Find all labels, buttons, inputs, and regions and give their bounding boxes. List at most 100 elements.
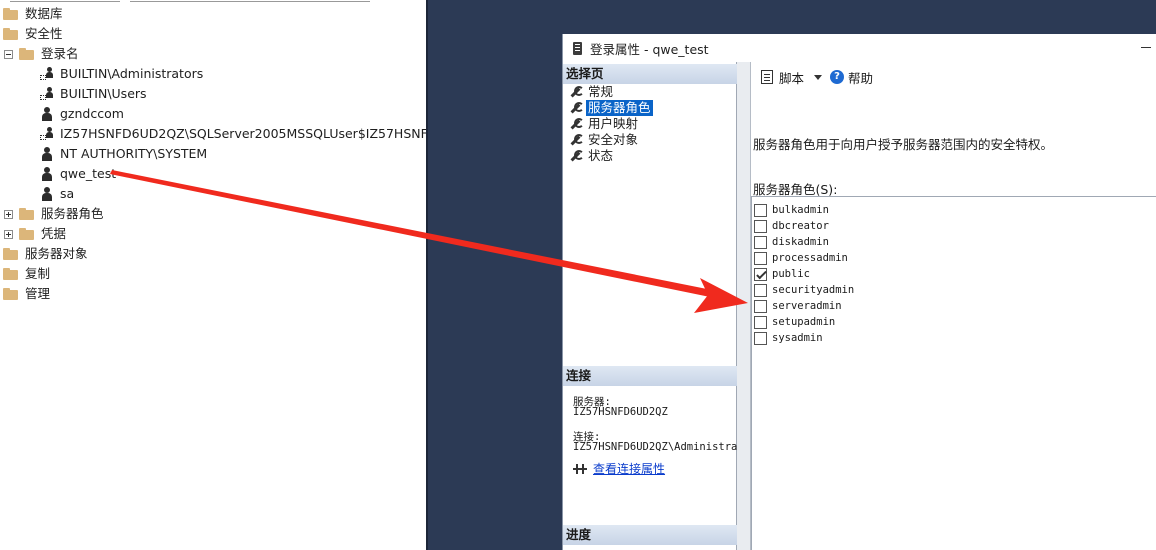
help-icon[interactable]: ? bbox=[830, 70, 845, 84]
role-row-sysadmin[interactable]: sysadmin bbox=[754, 330, 823, 346]
page-general[interactable]: 常规 bbox=[569, 84, 615, 100]
role-name: setupadmin bbox=[772, 316, 836, 328]
wrench-icon bbox=[569, 86, 584, 98]
tree-node-databases[interactable]: 数据库 bbox=[3, 4, 63, 24]
role-checkbox[interactable] bbox=[754, 203, 767, 217]
group-login-icon bbox=[40, 67, 54, 81]
expand-icon[interactable] bbox=[4, 229, 13, 239]
tree-node-label: IZ57HSNFD6UD2QZ\SQLServer2005MSSQLUser$I… bbox=[60, 126, 426, 141]
role-row-setupadmin[interactable]: setupadmin bbox=[754, 314, 835, 330]
wrench-icon bbox=[569, 118, 584, 130]
role-name: dbcreator bbox=[772, 220, 829, 232]
tree-node-label: qwe_test bbox=[60, 166, 117, 181]
connection-value: IZ57HSNFD6UD2QZ\Administrat bbox=[573, 441, 744, 453]
login-qwe-test[interactable]: qwe_test bbox=[40, 164, 116, 184]
page-label: 常规 bbox=[588, 84, 614, 99]
tree-node-security[interactable]: 安全性 bbox=[3, 24, 63, 44]
page-label: 安全对象 bbox=[588, 132, 639, 147]
role-checkbox[interactable] bbox=[754, 315, 767, 329]
tree-node-label: 登录名 bbox=[41, 46, 79, 61]
object-explorer: 数据库 安全性 登录名 BUILTIN\Administrators BUILT… bbox=[0, 0, 426, 550]
server-roles-list: bulkadmin dbcreator diskadmin processadm… bbox=[751, 196, 1156, 550]
role-checkbox[interactable] bbox=[754, 283, 767, 297]
role-row-dbcreator[interactable]: dbcreator bbox=[754, 218, 829, 234]
role-checkbox[interactable] bbox=[754, 299, 767, 313]
role-checkbox[interactable] bbox=[754, 331, 767, 345]
script-icon[interactable] bbox=[761, 70, 773, 84]
tree-node-label: 管理 bbox=[25, 286, 51, 301]
roles-description: 服务器角色用于向用户授予服务器范围内的安全特权。 bbox=[753, 137, 1054, 152]
tree-node-label: 数据库 bbox=[25, 6, 63, 21]
user-login-icon bbox=[40, 107, 54, 121]
role-checkbox[interactable] bbox=[754, 251, 767, 265]
folder-icon bbox=[3, 28, 19, 40]
wrench-icon bbox=[569, 102, 584, 114]
user-login-icon bbox=[40, 187, 54, 201]
dialog-toolbar: 脚本 ? 帮助 bbox=[751, 62, 1156, 92]
tree-node-management[interactable]: 管理 bbox=[3, 284, 50, 304]
tree-node-replication[interactable]: 复制 bbox=[3, 264, 50, 284]
login-sa[interactable]: sa bbox=[40, 184, 74, 204]
login-nt-authority-system[interactable]: NT AUTHORITY\SYSTEM bbox=[40, 144, 207, 164]
page-securables[interactable]: 安全对象 bbox=[569, 132, 640, 148]
dialog-titlebar[interactable]: 登录属性 - qwe_test bbox=[563, 34, 1156, 62]
chevron-down-icon[interactable] bbox=[814, 74, 823, 80]
group-login-icon bbox=[40, 127, 54, 141]
role-name: processadmin bbox=[772, 252, 848, 264]
script-button[interactable]: 脚本 bbox=[779, 68, 804, 87]
tree-node-label: sa bbox=[60, 186, 75, 201]
login-properties-dialog: 登录属性 - qwe_test 选择页 常规 服务器角色 用户映射 安全对象 状… bbox=[562, 34, 1156, 550]
login-builtin-administrators[interactable]: BUILTIN\Administrators bbox=[40, 64, 203, 84]
role-checkbox[interactable] bbox=[754, 267, 767, 281]
tree-node-label: 服务器对象 bbox=[25, 246, 88, 261]
role-row-public[interactable]: public bbox=[754, 266, 810, 282]
wrench-icon bbox=[569, 134, 584, 146]
user-login-icon bbox=[40, 147, 54, 161]
tree-node-label: NT AUTHORITY\SYSTEM bbox=[60, 146, 208, 161]
role-checkbox[interactable] bbox=[754, 219, 767, 233]
help-button[interactable]: 帮助 bbox=[848, 68, 873, 87]
clipped-top-row bbox=[0, 0, 426, 3]
folder-icon bbox=[19, 228, 35, 240]
role-name: bulkadmin bbox=[772, 204, 829, 216]
pane-splitter[interactable] bbox=[737, 62, 751, 550]
role-name: serveradmin bbox=[772, 300, 842, 312]
tree-node-credentials[interactable]: 凭据 bbox=[4, 224, 66, 244]
login-builtin-users[interactable]: BUILTIN\Users bbox=[40, 84, 147, 104]
folder-icon bbox=[3, 8, 19, 20]
tree-node-logins[interactable]: 登录名 bbox=[4, 44, 79, 64]
page-server-roles[interactable]: 服务器角色 bbox=[569, 100, 653, 116]
minimize-icon[interactable] bbox=[1141, 47, 1151, 48]
page-label: 用户映射 bbox=[588, 116, 639, 131]
role-row-diskadmin[interactable]: diskadmin bbox=[754, 234, 829, 250]
page-label: 状态 bbox=[588, 148, 614, 163]
role-row-processadmin[interactable]: processadmin bbox=[754, 250, 848, 266]
progress-header: 进度 bbox=[563, 525, 737, 545]
page-label: 服务器角色 bbox=[586, 100, 653, 116]
login-gzndccom[interactable]: gzndccom bbox=[40, 104, 124, 124]
expand-icon[interactable] bbox=[4, 209, 13, 219]
login-sqlserver2005-user[interactable]: IZ57HSNFD6UD2QZ\SQLServer2005MSSQLUser$I… bbox=[40, 124, 426, 144]
role-checkbox[interactable] bbox=[754, 235, 767, 249]
role-name: securityadmin bbox=[772, 284, 855, 296]
select-page-pane: 选择页 常规 服务器角色 用户映射 安全对象 状态 连接 服务器: IZ57HS… bbox=[563, 62, 744, 550]
role-row-bulkadmin[interactable]: bulkadmin bbox=[754, 202, 829, 218]
role-name: public bbox=[772, 268, 810, 280]
tree-node-server-roles[interactable]: 服务器角色 bbox=[4, 204, 104, 224]
tree-node-label: BUILTIN\Administrators bbox=[60, 66, 204, 81]
tree-node-label: BUILTIN\Users bbox=[60, 86, 147, 101]
page-user-mapping[interactable]: 用户映射 bbox=[569, 116, 640, 132]
role-name: diskadmin bbox=[772, 236, 829, 248]
role-row-securityadmin[interactable]: securityadmin bbox=[754, 282, 854, 298]
server-roles-page: 脚本 ? 帮助 服务器角色用于向用户授予服务器范围内的安全特权。 服务器角色(S… bbox=[751, 62, 1156, 550]
server-icon bbox=[573, 41, 582, 55]
view-connection-properties[interactable]: 查看连接属性 bbox=[573, 460, 665, 477]
tree-node-server-objects[interactable]: 服务器对象 bbox=[3, 244, 88, 264]
connection-header: 连接 bbox=[563, 366, 737, 386]
collapse-icon[interactable] bbox=[4, 49, 13, 59]
connection-plug-icon bbox=[573, 463, 587, 475]
view-connection-link[interactable]: 查看连接属性 bbox=[593, 460, 665, 477]
page-status[interactable]: 状态 bbox=[569, 148, 615, 164]
folder-icon bbox=[3, 288, 19, 300]
role-row-serveradmin[interactable]: serveradmin bbox=[754, 298, 842, 314]
